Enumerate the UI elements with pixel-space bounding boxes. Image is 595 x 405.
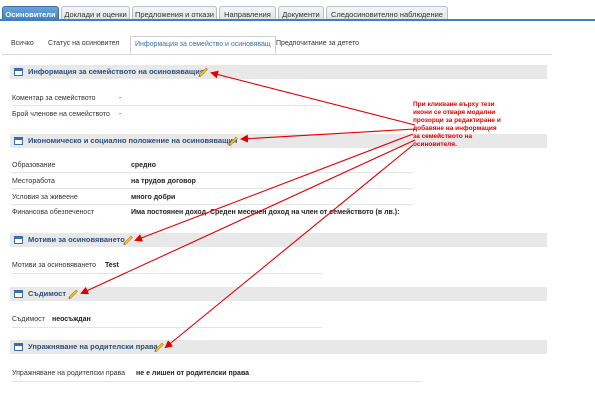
pencil-icon[interactable] [122, 234, 134, 245]
arrow-line [210, 70, 416, 126]
annotation-note: При кликване върху тези икони се отваря … [413, 101, 501, 148]
row-value: - [119, 111, 122, 118]
tab-label: Документи [282, 10, 320, 19]
section-header-parental: Упражняване на родителски права [10, 340, 547, 354]
window-icon [14, 236, 23, 244]
row-value: - [119, 95, 122, 102]
row-label: Брой членове на семейството [12, 111, 110, 118]
row-label: Условия за живеене [12, 194, 78, 201]
row-label: Мотиви за осиновяването [12, 262, 96, 269]
section-header-criminal: Съдимост [10, 287, 547, 301]
tab-label: Следосиновително наблюдение [331, 10, 443, 19]
row-label: Финансова обезпеченост [12, 209, 95, 216]
section-title: Информация за семейството на осиновяващи… [28, 67, 205, 76]
row-divider [12, 381, 422, 382]
row-value: Test [105, 262, 119, 269]
row-value: много добри [131, 194, 176, 201]
section-title: Мотиви за осиновяването [28, 235, 125, 244]
section-header-motives: Мотиви за осиновяването [10, 233, 547, 247]
subtab-family-info[interactable]: Информация за семейство и осиновяващ [130, 36, 276, 54]
row-value: средно [131, 162, 157, 169]
top-tab-bar: Осиновители Доклади и оценки Предложения… [0, 2, 595, 21]
tab-bar-underline [0, 19, 595, 21]
window-icon [14, 68, 23, 76]
section-title: Упражняване на родителски права [28, 342, 158, 351]
section-title: Съдимост [28, 289, 67, 298]
pencil-icon[interactable] [227, 135, 239, 146]
subtab-adopter-status[interactable]: Статус на осиновител [48, 40, 119, 47]
section-header-family: Информация за семейството на осиновяващи… [10, 65, 547, 79]
window-icon [14, 343, 23, 351]
pencil-icon[interactable] [197, 66, 209, 77]
row-label: Съдимост [12, 316, 45, 323]
row-divider [12, 204, 412, 205]
section-title: Икономическо и социално положение на оси… [28, 136, 238, 145]
row-value: на трудов договор [131, 178, 196, 185]
tab-label: Предложения и откази [134, 10, 215, 19]
tab-label: Осиновители [5, 10, 56, 19]
row-divider [12, 273, 322, 274]
row-value: Има постоянен доход. Среден месечен дохо… [131, 209, 400, 216]
window-icon [14, 290, 23, 298]
row-divider [12, 105, 322, 106]
row-label: Коментар за семейството [12, 95, 96, 102]
row-label: Месторабота [12, 178, 55, 185]
tab-label: Направления [224, 10, 271, 19]
pencil-icon[interactable] [67, 288, 79, 299]
row-value: неосъждан [52, 316, 91, 323]
subtab-child-preference[interactable]: Предпочитание за детето [276, 40, 359, 47]
row-label: Упражняване на родителски права [12, 370, 126, 377]
row-divider [12, 172, 412, 173]
row-divider [12, 188, 412, 189]
window-icon [14, 137, 23, 145]
arrow-line [134, 133, 414, 242]
tab-label: Доклади и оценки [64, 10, 127, 19]
row-label: Образование [12, 162, 56, 169]
pencil-icon[interactable] [153, 341, 165, 352]
row-divider [12, 327, 322, 328]
row-value: не е лишен от родителски права [136, 370, 250, 377]
sub-tab-bar: Всичко Статус на осиновител Информация з… [2, 36, 552, 55]
subtab-all[interactable]: Всичко [11, 40, 34, 47]
